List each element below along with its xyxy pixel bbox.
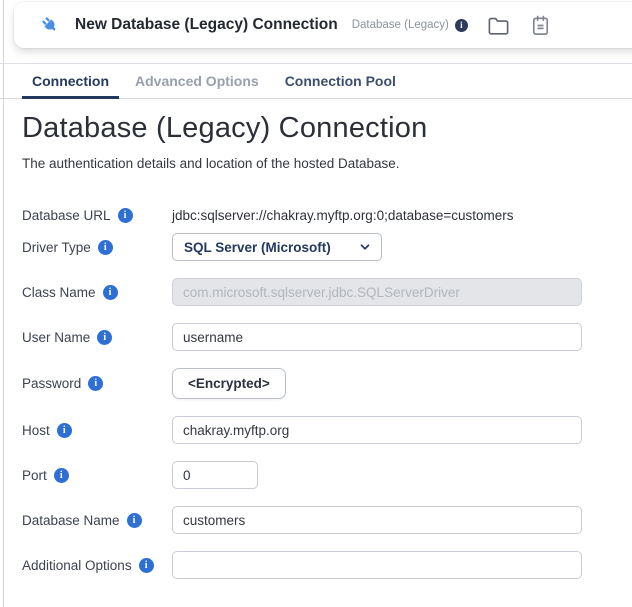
info-icon[interactable] [57, 423, 72, 438]
page-title: Database (Legacy) Connection [22, 112, 632, 145]
form-row-driver-type: Driver Type SQL Server (Microsoft) [22, 233, 632, 261]
connection-title: New Database (Legacy) Connection [75, 16, 338, 34]
folder-icon[interactable] [487, 14, 510, 37]
info-icon[interactable] [88, 376, 103, 391]
connection-form: Database URL jdbc:sqlserver://chakray.my… [22, 204, 632, 579]
database-url-value: jdbc:sqlserver://chakray.myftp.org:0;dat… [172, 208, 514, 223]
user-name-label: User Name [22, 330, 172, 345]
info-icon[interactable] [455, 19, 468, 32]
driver-type-select[interactable]: SQL Server (Microsoft) [172, 233, 382, 261]
host-field[interactable] [172, 416, 582, 444]
form-row-database-url: Database URL jdbc:sqlserver://chakray.my… [22, 204, 632, 226]
info-icon[interactable] [97, 330, 112, 345]
info-icon[interactable] [127, 513, 142, 528]
connection-header-card: New Database (Legacy) Connection Databas… [14, 2, 632, 48]
info-icon[interactable] [54, 468, 69, 483]
info-icon[interactable] [118, 208, 133, 223]
class-name-label: Class Name [22, 285, 172, 300]
info-icon[interactable] [103, 285, 118, 300]
form-row-class-name: Class Name [22, 278, 632, 306]
form-row-user-name: User Name [22, 323, 632, 351]
info-icon[interactable] [98, 240, 113, 255]
chevron-down-icon [358, 240, 372, 254]
host-label: Host [22, 423, 172, 438]
driver-type-label: Driver Type [22, 240, 172, 255]
user-name-field[interactable] [172, 323, 582, 351]
class-name-field [172, 278, 582, 306]
info-icon[interactable] [139, 558, 154, 573]
form-row-port: Port [22, 461, 632, 489]
database-name-label: Database Name [22, 513, 172, 528]
database-name-field[interactable] [172, 506, 582, 534]
connection-type-label: Database (Legacy) [352, 19, 449, 31]
port-label: Port [22, 468, 172, 483]
form-row-host: Host [22, 416, 632, 444]
additional-options-field[interactable] [172, 551, 582, 579]
tab-connection[interactable]: Connection [22, 64, 119, 98]
form-row-password: Password <Encrypted> [22, 368, 632, 399]
notes-icon[interactable] [529, 14, 552, 37]
form-row-database-name: Database Name [22, 506, 632, 534]
tab-bar: Connection Advanced Options Connection P… [0, 63, 632, 99]
form-row-additional-options: Additional Options [22, 551, 632, 579]
page-description: The authentication details and location … [22, 156, 632, 171]
driver-type-selected-value: SQL Server (Microsoft) [184, 240, 331, 255]
port-field[interactable] [172, 461, 258, 489]
database-url-label: Database URL [22, 208, 172, 223]
tab-connection-pool[interactable]: Connection Pool [275, 64, 406, 98]
password-encrypted-button[interactable]: <Encrypted> [172, 368, 286, 399]
connection-panel: Database (Legacy) Connection The authent… [22, 112, 632, 596]
tab-advanced-options[interactable]: Advanced Options [125, 64, 269, 98]
password-label: Password [22, 376, 172, 391]
additional-options-label: Additional Options [22, 558, 172, 573]
plug-icon [40, 15, 60, 35]
